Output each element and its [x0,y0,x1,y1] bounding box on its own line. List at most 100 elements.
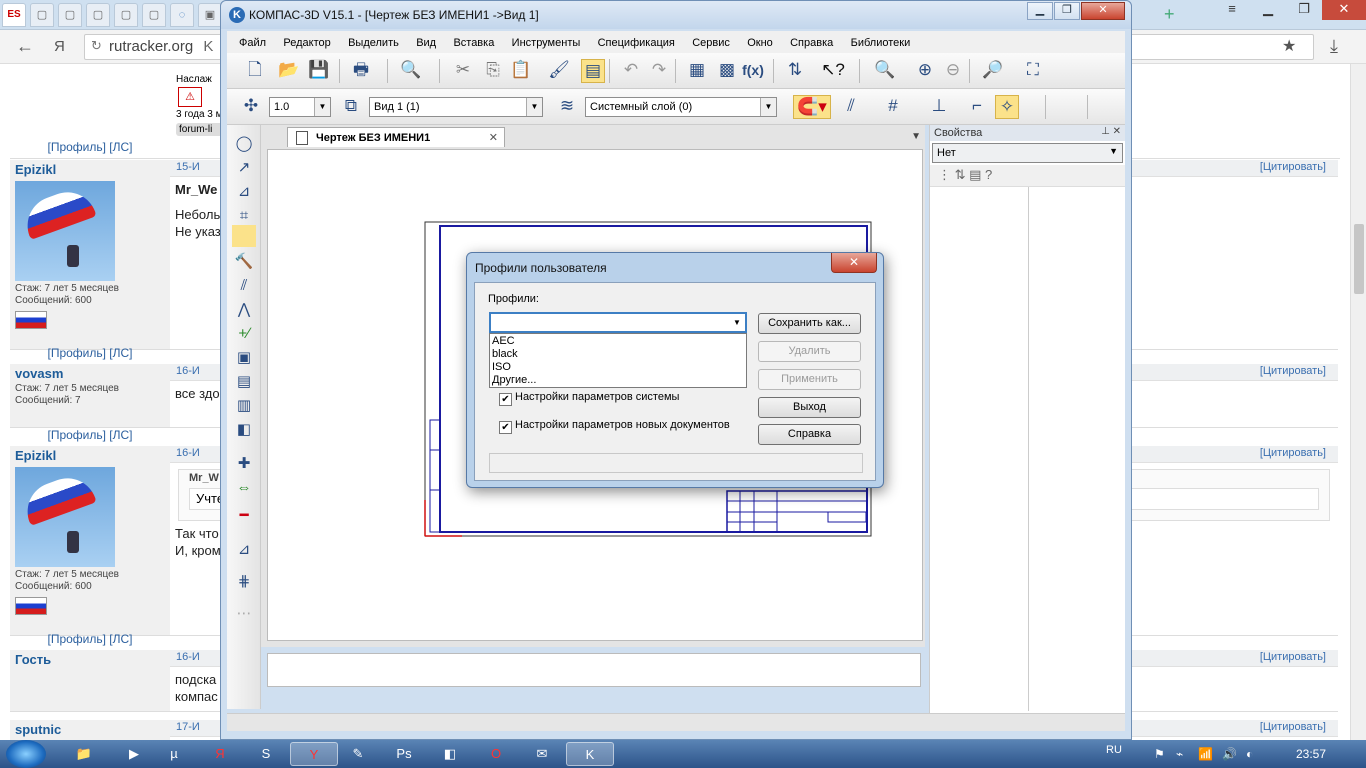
edit-icon[interactable]: ⌗ [232,205,256,227]
forum-tag[interactable]: forum-li [176,123,224,136]
quote-button[interactable]: [Цитировать] [1260,365,1326,377]
profile-option-aec[interactable]: AEC [492,335,744,348]
quote-button[interactable]: [Цитировать] [1260,651,1326,663]
kompas-taskbar-icon[interactable]: K [566,742,614,766]
menu-view[interactable]: Вид [416,37,436,49]
back-button[interactable]: ← [16,36,34,57]
more-icon[interactable]: ⋯ [232,603,256,625]
dimensions-icon[interactable]: ↗ [232,157,256,179]
browser-tab[interactable]: ▢ [58,3,82,27]
pan-icon[interactable]: ⛶ [1021,59,1045,83]
menu-tools[interactable]: Инструменты [512,37,581,49]
round-icon[interactable]: ⌐ [965,95,989,119]
browser-tab[interactable]: ▢ [30,3,54,27]
tray-flag-icon[interactable]: ⚑ [1154,747,1165,761]
library-manager-icon[interactable]: ▦ [685,59,709,83]
torrent-icon[interactable]: µ [150,742,198,766]
tab-list-icon[interactable]: ≡ [1214,0,1250,20]
start-button[interactable] [6,740,46,768]
add-icon[interactable]: ✚ [232,453,256,475]
photoshop-icon[interactable]: Ps [380,742,428,766]
view-combo[interactable]: Вид 1 (1) ▼ [369,97,543,117]
properties-combo[interactable]: Нет ▼ [932,143,1123,163]
open-folder-icon[interactable]: 📂 [277,59,301,83]
view-icon[interactable]: ◧ [232,419,256,441]
profile-links[interactable]: [Профиль] [ЛС] [10,140,170,154]
move-icon[interactable]: ⇔ [232,477,256,499]
variables-icon[interactable]: ▩ [715,59,739,83]
opera-icon[interactable]: O [472,742,520,766]
local-cs-icon[interactable]: ⊥ [927,95,951,119]
browser-tab[interactable]: ▢ [114,3,138,27]
minimize-icon[interactable]: ▁ [1250,0,1286,20]
print-preview-icon[interactable]: 🔍 [399,59,423,83]
language-indicator[interactable]: RU [1106,744,1122,756]
restore-button[interactable]: ❐ [1054,2,1080,20]
remove-icon[interactable]: ━ [232,505,256,527]
profile-links[interactable]: [Профиль] [ЛС] [10,428,170,442]
save-as-button[interactable]: Сохранить как... [758,313,861,334]
cut-icon[interactable]: ✂ [451,59,475,83]
select-icon[interactable]: ⫽ [232,275,256,297]
menu-edit[interactable]: Редактор [283,37,330,49]
zoom-window-icon[interactable]: 🔍 [873,59,897,83]
maximize-icon[interactable]: ❐ [1286,0,1322,20]
parametric-mode-icon[interactable]: ✧ [995,95,1019,119]
profile-option-black[interactable]: black [492,348,744,361]
dialog-close-button[interactable]: ✕ [831,253,877,273]
apply-button[interactable]: Применить [758,369,861,390]
page-scrollbar[interactable] [1350,64,1366,740]
author-nick[interactable]: Гость [10,650,170,669]
notes-icon[interactable]: ✎ [334,742,382,766]
menu-help[interactable]: Справка [790,37,833,49]
paste-icon[interactable]: 📋 [509,59,533,83]
zoom-in-icon[interactable]: ⊕ [913,59,937,83]
zoom-out-icon[interactable]: ⊖ [941,59,965,83]
document-icon[interactable]: ▤ [232,371,256,393]
delete-button[interactable]: Удалить [758,341,861,362]
parametrization-icon[interactable] [232,225,256,247]
reload-icon[interactable]: ↻ [91,38,102,54]
help-pointer-icon[interactable]: ↖? [821,59,845,83]
layer-state-icon[interactable]: ≋ [555,95,579,119]
downloads-icon[interactable]: ⤓ [1330,36,1338,57]
insert-icon[interactable]: ▣ [232,347,256,369]
browser-tab[interactable]: ▢ [142,3,166,27]
signal-icon[interactable]: 📶 [1198,747,1213,761]
menu-window[interactable]: Окно [747,37,773,49]
format-brush-icon[interactable]: 🖌 [547,59,571,83]
tree-icon[interactable]: ⋕ [232,571,256,593]
zoom-all-icon[interactable]: 🔎 [981,59,1005,83]
undo-icon[interactable]: ↶ [619,59,643,83]
author-nick[interactable]: sputnic [10,720,170,739]
scrollbar-thumb[interactable] [1354,224,1364,294]
save-icon[interactable]: 💾 [307,59,331,83]
system-settings-checkbox[interactable]: ✔ Настройки параметров системы [499,391,679,406]
sort-icon[interactable]: ⋮ ⇅ [938,167,969,182]
network-icon[interactable]: ◐ [1246,747,1253,761]
scale-combo[interactable]: 1.0 ▼ [269,97,331,117]
help-icon[interactable]: ? [985,167,992,182]
minimize-button[interactable]: ▁ [1027,2,1053,20]
ortho-icon[interactable]: ⫽ [839,95,863,119]
chevron-down-icon[interactable]: ▼ [729,314,745,331]
menu-libraries[interactable]: Библиотеки [851,37,911,49]
hatch-icon[interactable]: ⊿ [232,539,256,561]
profiles-combo[interactable]: ▼ [489,312,747,333]
pin-close-icon[interactable]: ⊥ ✕ [1101,126,1121,137]
menu-service[interactable]: Сервис [692,37,730,49]
menu-specification[interactable]: Спецификация [598,37,675,49]
browser-tab[interactable]: ▢ [86,3,110,27]
copy-icon[interactable]: ⎘ [481,59,505,83]
spec-icon[interactable]: ⋀ [232,299,256,321]
close-tab-icon[interactable]: ✕ [489,131,498,144]
notation-icon[interactable]: ⊿ [232,181,256,203]
chevron-down-icon[interactable]: ▼ [526,98,542,116]
exit-button[interactable]: Выход [758,397,861,418]
quote-button[interactable]: [Цитировать] [1260,161,1326,173]
redo-icon[interactable]: ↷ [647,59,671,83]
browser-tab[interactable]: ▣ [198,3,222,27]
chevron-down-icon[interactable]: ▼ [314,98,330,116]
profile-option-other[interactable]: Другие... [492,374,744,387]
yandex-icon[interactable]: Я [196,742,244,766]
